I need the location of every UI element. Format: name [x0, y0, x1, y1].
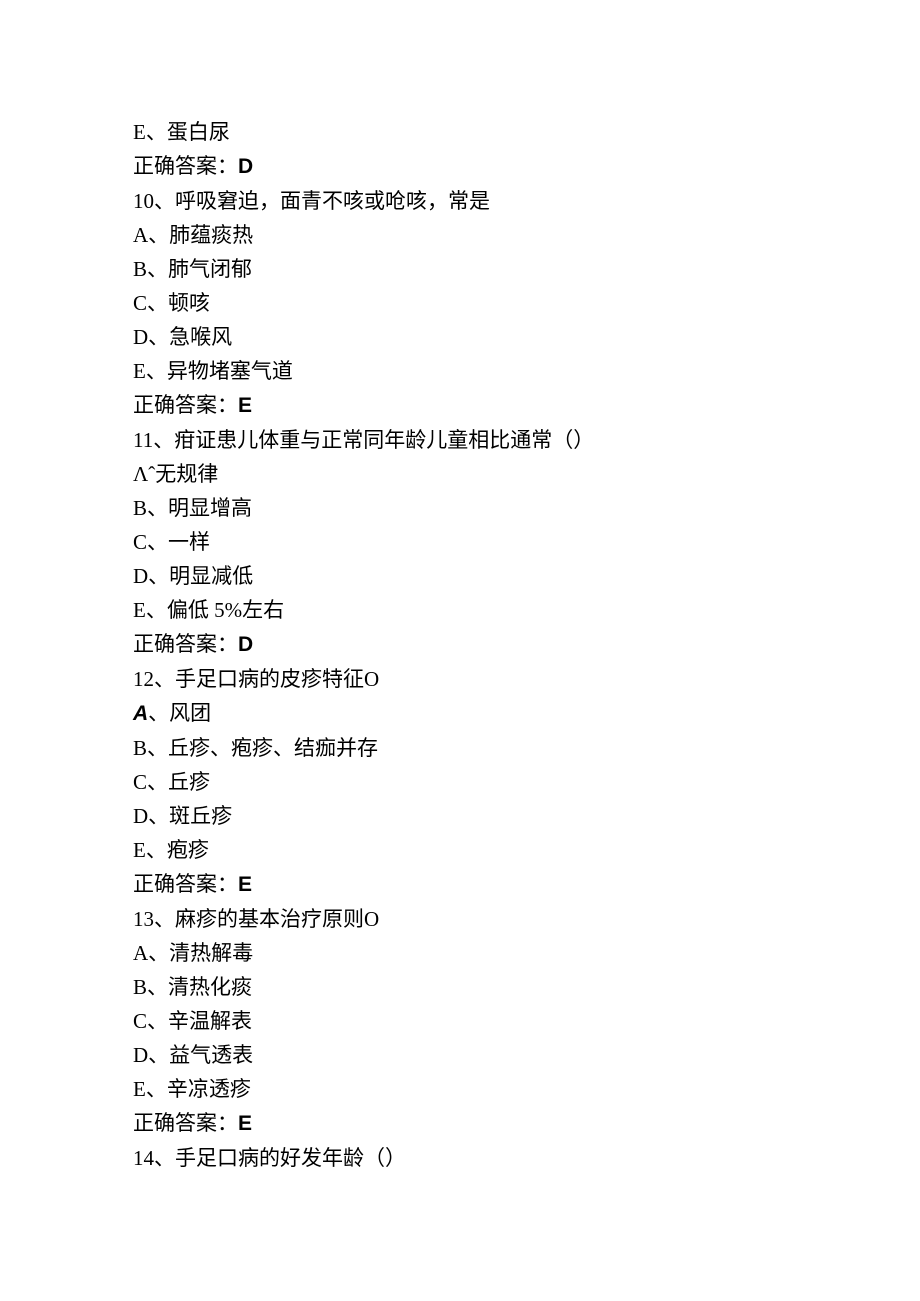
line-text: E、辛凉透疹 — [133, 1077, 251, 1101]
line-text: C、丘疹 — [133, 770, 210, 794]
text-line: 13、麻疹的基本治疗原则O — [133, 902, 920, 936]
text-line: C、丘疹 — [133, 765, 920, 799]
line-text: B、清热化痰 — [133, 975, 252, 999]
line-text: Λˆ无规律 — [133, 462, 218, 486]
line-text: A、肺蕴痰热 — [133, 223, 253, 247]
option-text: 、风团 — [148, 701, 211, 725]
answer-prefix: 正确答案： — [133, 632, 238, 656]
answer-letter: E — [238, 1112, 252, 1135]
text-line: B、清热化痰 — [133, 970, 920, 1004]
text-line: 正确答案：D — [133, 149, 920, 184]
answer-letter: D — [238, 155, 253, 178]
line-text: 13、麻疹的基本治疗原则O — [133, 907, 379, 931]
text-line: 10、呼吸窘迫，面青不咳或呛咳，常是 — [133, 184, 920, 218]
answer-prefix: 正确答案： — [133, 872, 238, 896]
line-text: 11、疳证患儿体重与正常同年龄儿童相比通常（） — [133, 428, 594, 452]
text-line: A、清热解毒 — [133, 936, 920, 970]
line-text: D、益气透表 — [133, 1043, 253, 1067]
line-text: D、斑丘疹 — [133, 804, 232, 828]
line-text: 10、呼吸窘迫，面青不咳或呛咳，常是 — [133, 189, 490, 213]
text-line: A、肺蕴痰热 — [133, 218, 920, 252]
answer-letter: D — [238, 633, 253, 656]
text-line: D、急喉风 — [133, 320, 920, 354]
line-text: B、明显增高 — [133, 496, 252, 520]
text-line: 正确答案：E — [133, 388, 920, 423]
answer-letter: E — [238, 394, 252, 417]
text-line: D、明显减低 — [133, 559, 920, 593]
text-line: 12、手足口病的皮疹特征O — [133, 662, 920, 696]
line-text: A、清热解毒 — [133, 941, 253, 965]
answer-prefix: 正确答案： — [133, 393, 238, 417]
line-text: E、蛋白尿 — [133, 120, 230, 144]
line-text: 14、手足口病的好发年龄（） — [133, 1146, 406, 1170]
text-line: C、顿咳 — [133, 286, 920, 320]
line-text: E、疱疹 — [133, 838, 209, 862]
line-text: D、明显减低 — [133, 564, 253, 588]
line-text: C、一样 — [133, 530, 210, 554]
text-line: B、明显增高 — [133, 491, 920, 525]
text-line: Λˆ无规律 — [133, 457, 920, 491]
line-text: D、急喉风 — [133, 325, 232, 349]
text-line: E、异物堵塞气道 — [133, 354, 920, 388]
text-line: E、蛋白尿 — [133, 115, 920, 149]
line-text: 12、手足口病的皮疹特征O — [133, 667, 379, 691]
answer-prefix: 正确答案： — [133, 1111, 238, 1135]
text-line: E、疱疹 — [133, 833, 920, 867]
text-line: C、一样 — [133, 525, 920, 559]
text-line: D、斑丘疹 — [133, 799, 920, 833]
text-line: 正确答案：D — [133, 627, 920, 662]
text-line: A、风团 — [133, 696, 920, 731]
text-line: B、丘疹、疱疹、结痂并存 — [133, 731, 920, 765]
text-line: 正确答案：E — [133, 1106, 920, 1141]
text-line: E、辛凉透疹 — [133, 1072, 920, 1106]
answer-prefix: 正确答案： — [133, 154, 238, 178]
line-text: B、丘疹、疱疹、结痂并存 — [133, 736, 378, 760]
text-line: C、辛温解表 — [133, 1004, 920, 1038]
line-text: C、顿咳 — [133, 291, 210, 315]
document-page: E、蛋白尿正确答案：D10、呼吸窘迫，面青不咳或呛咳，常是A、肺蕴痰热B、肺气闭… — [0, 0, 920, 1301]
text-line: E、偏低 5%左右 — [133, 593, 920, 627]
line-text: C、辛温解表 — [133, 1009, 252, 1033]
text-line: B、肺气闭郁 — [133, 252, 920, 286]
text-line: 11、疳证患儿体重与正常同年龄儿童相比通常（） — [133, 423, 920, 457]
text-line: 14、手足口病的好发年龄（） — [133, 1141, 920, 1175]
text-line: 正确答案：E — [133, 867, 920, 902]
answer-letter: E — [238, 873, 252, 896]
line-text: E、异物堵塞气道 — [133, 359, 293, 383]
line-text: B、肺气闭郁 — [133, 257, 252, 281]
option-letter: A — [133, 702, 148, 725]
line-text: E、偏低 5%左右 — [133, 598, 284, 622]
text-line: D、益气透表 — [133, 1038, 920, 1072]
